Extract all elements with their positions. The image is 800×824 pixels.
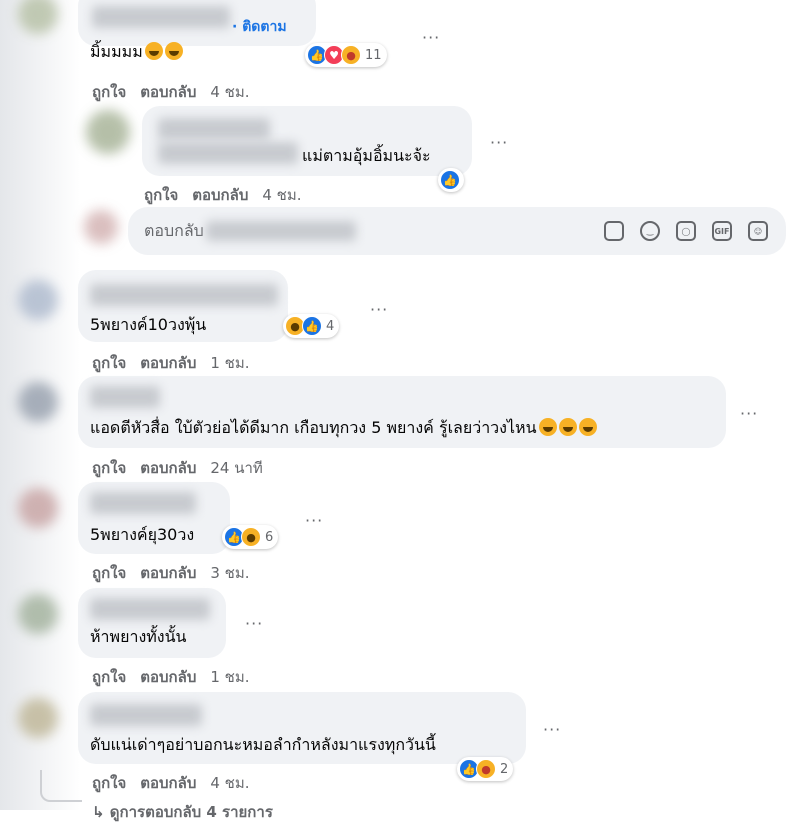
reply-link[interactable]: ตอบกลับ: [140, 459, 196, 477]
sticker-icon[interactable]: [604, 221, 624, 241]
more-options-icon[interactable]: ···: [422, 28, 440, 47]
like-link[interactable]: ถูกใจ: [92, 354, 126, 372]
more-options-icon[interactable]: ···: [245, 614, 263, 633]
comment-text: 5พยางค์10วงพุ้น: [90, 315, 207, 334]
avatar[interactable]: [18, 280, 58, 320]
commenter-name[interactable]: [158, 118, 270, 140]
grin-emoji: [144, 42, 163, 60]
grin-emoji: [578, 418, 597, 436]
like-link[interactable]: ถูกใจ: [92, 564, 126, 582]
grin-emoji: [558, 418, 577, 436]
reaction-summary[interactable]: 👍 ● 2: [457, 757, 514, 781]
timestamp[interactable]: 4 ชม.: [210, 774, 249, 792]
comment-actions: ถูกใจ ตอบกลับ 1 ชม.: [92, 351, 264, 375]
timestamp[interactable]: 1 ชม.: [210, 668, 249, 686]
care-reaction-icon: ●: [476, 759, 496, 779]
comment-text: แอดตีหัวสื่อ ใบ้ตัวย่อได้ดีมาก เกือบทุกว…: [90, 418, 597, 438]
comment-text: มิ้มมมม: [90, 42, 183, 62]
reply-composer[interactable]: ตอบกลับ ‿ ◯ GIF ☺: [128, 207, 786, 255]
like-link[interactable]: ถูกใจ: [144, 186, 178, 204]
comment-actions: ถูกใจ ตอบกลับ 24 นาที: [92, 456, 277, 480]
avatar[interactable]: [86, 110, 130, 154]
comment-actions: ถูกใจ ตอบกลับ 4 ชม.: [92, 771, 264, 795]
mentioned-name: [205, 221, 356, 241]
comment-text: ห้าพยางทั้งนั้น: [90, 627, 187, 646]
reaction-summary[interactable]: 👍 ♥ ● 11: [305, 43, 387, 67]
commenter-name[interactable]: [90, 704, 202, 726]
like-link[interactable]: ถูกใจ: [92, 774, 126, 792]
timestamp[interactable]: 3 ชม.: [210, 564, 249, 582]
avatar[interactable]: [18, 594, 58, 634]
thread-line: [40, 770, 82, 802]
more-options-icon[interactable]: ···: [543, 720, 561, 739]
timestamp[interactable]: 24 นาที: [210, 459, 262, 477]
grin-emoji: [538, 418, 557, 436]
reply-link[interactable]: ตอบกลับ: [140, 83, 196, 101]
commenter-name[interactable]: [90, 492, 196, 514]
view-replies-link[interactable]: ↳ ดูการตอบกลับ 4 รายการ: [92, 800, 273, 824]
reaction-count: 11: [365, 47, 382, 63]
grin-emoji: [164, 42, 183, 60]
comment-actions: ถูกใจ ตอบกลับ 3 ชม.: [92, 561, 264, 585]
reply-link[interactable]: ตอบกลับ: [192, 186, 248, 204]
reply-link[interactable]: ตอบกลับ: [140, 564, 196, 582]
composer-toolbar: ‿ ◯ GIF ☺: [588, 221, 768, 241]
more-options-icon[interactable]: ···: [305, 511, 323, 530]
reply-input[interactable]: ตอบกลับ: [144, 219, 204, 244]
commenter-name[interactable]: [90, 386, 160, 408]
care-reaction-icon: ●: [341, 45, 361, 65]
comment-text: แม่ตามอุ้มอิ้มนะจ้ะ: [302, 146, 431, 165]
comment-actions: ถูกใจ ตอบกลับ 1 ชม.: [92, 665, 264, 689]
avatar[interactable]: [18, 488, 58, 528]
like-link[interactable]: ถูกใจ: [92, 668, 126, 686]
like-link[interactable]: ถูกใจ: [92, 83, 126, 101]
commenter-name[interactable]: [90, 598, 210, 620]
reaction-count: 2: [500, 761, 509, 777]
more-options-icon[interactable]: ···: [740, 404, 758, 423]
avatar[interactable]: [18, 382, 58, 422]
gif-icon[interactable]: GIF: [712, 221, 732, 241]
more-options-icon[interactable]: ···: [490, 133, 508, 152]
haha-reaction-icon: ●: [241, 527, 261, 547]
reaction-count: 4: [326, 318, 335, 334]
reaction-summary[interactable]: ● 👍 4: [283, 314, 340, 338]
reply-link[interactable]: ตอบกลับ: [140, 668, 196, 686]
timestamp[interactable]: 4 ชม.: [210, 83, 249, 101]
reaction-count: 6: [265, 529, 274, 545]
commenter-name[interactable]: [158, 142, 298, 164]
timestamp[interactable]: 1 ชม.: [210, 354, 249, 372]
timestamp[interactable]: 4 ชม.: [262, 186, 301, 204]
comment-actions: ถูกใจ ตอบกลับ 4 ชม.: [144, 183, 316, 207]
comment-text: ดับแน่เด่าๆอย่าบอกนะหมอลำกำหลังมาแรงทุกว…: [90, 735, 436, 754]
more-options-icon[interactable]: ···: [370, 300, 388, 319]
camera-icon[interactable]: ◯: [676, 221, 696, 241]
avatar[interactable]: [18, 698, 58, 738]
emoji-icon[interactable]: ‿: [640, 221, 660, 241]
reply-link[interactable]: ตอบกลับ: [140, 774, 196, 792]
follow-button[interactable]: · ติดตาม: [232, 16, 287, 38]
like-reaction-icon: 👍: [440, 170, 460, 190]
comment-text: 5พยางค์ยุ30วง: [90, 525, 195, 544]
reply-link[interactable]: ตอบกลับ: [140, 354, 196, 372]
avatar-sticker-icon[interactable]: ☺: [748, 221, 768, 241]
like-link[interactable]: ถูกใจ: [92, 459, 126, 477]
like-reaction-icon: 👍: [302, 316, 322, 336]
avatar: [84, 210, 118, 244]
comment-actions: ถูกใจ ตอบกลับ 4 ชม.: [92, 80, 264, 104]
commenter-name[interactable]: [92, 6, 230, 28]
reaction-summary[interactable]: 👍: [438, 168, 464, 192]
commenter-name[interactable]: [90, 284, 278, 306]
reaction-summary[interactable]: 👍 ● 6: [222, 525, 279, 549]
